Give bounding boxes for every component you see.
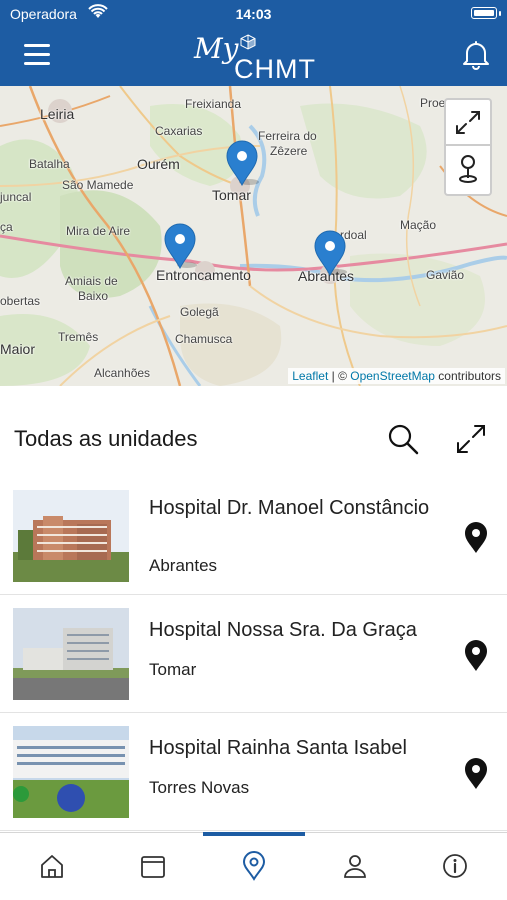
tab-bar [0,832,507,900]
map-label: Ferreira do [258,129,317,143]
location-pin-icon[interactable] [463,758,489,790]
location-pin-icon[interactable] [463,522,489,554]
map-attribution: Leaflet | © OpenStreetMap contributors [288,368,505,384]
user-icon[interactable] [340,851,370,881]
map-fullscreen-button[interactable] [444,98,492,146]
map-pin-entroncamento[interactable] [163,223,197,269]
unit-city: Torres Novas [149,778,250,797]
info-icon[interactable] [440,851,470,881]
map-label: Freixianda [185,97,242,111]
units-map[interactable]: Leiria Freixianda Caxarias Ferreira do Z… [0,86,507,386]
map-label: Zêzere [270,144,308,158]
map-label: Mira de Aire [66,224,131,238]
menu-line [24,53,50,56]
attribution-separator: | © [328,369,351,383]
osm-link[interactable]: OpenStreetMap [350,369,435,383]
unit-photo [13,608,129,700]
calendar-icon[interactable] [138,851,168,881]
menu-line [24,44,50,47]
expand-icon [456,111,480,134]
app-logo: My CHMT [190,28,330,84]
map-label: Leiria [40,106,75,122]
logo-cube-icon [240,34,256,50]
map-label: Caxarias [155,124,203,138]
list-item[interactable]: Hospital Dr. Manoel Constâncio Abrantes [0,478,507,595]
map-label: Chamusca [175,332,233,346]
unit-photo [13,490,129,582]
list-item[interactable]: Hospital Rainha Santa Isabel Torres Nova… [0,714,507,831]
map-label: Entroncamento [156,267,251,283]
battery-tip [499,11,501,16]
active-tab-indicator [203,832,305,836]
expand-list-icon[interactable] [454,422,488,456]
map-locate-button[interactable] [444,146,492,196]
map-label: Mação [400,218,437,232]
map-label: Gavião [426,268,465,282]
map-label: Baixo [78,289,109,303]
leaflet-link[interactable]: Leaflet [292,369,328,383]
map-label: Tremês [58,330,99,344]
map-label: Maior [0,341,36,357]
map-pin-tomar[interactable] [225,140,259,186]
map-label: Alcanhões [94,366,151,380]
map-label: Tomar [212,187,251,203]
search-icon[interactable] [386,422,420,456]
location-pin-icon[interactable] [463,640,489,672]
menu-line [24,62,50,65]
map-label: juncal [0,190,32,204]
battery-icon [471,7,497,19]
section-title: Todas as unidades [14,426,198,451]
list-item[interactable]: Hospital Nossa Sra. Da Graça Tomar [0,596,507,713]
location-marker-icon [459,155,477,183]
bell-icon[interactable] [462,40,490,70]
map-label: São Mamede [62,178,134,192]
map-label: Batalha [29,157,70,171]
menu-button[interactable] [24,44,52,66]
unit-name: Hospital Rainha Santa Isabel [149,737,407,759]
map-label: obertas [0,294,41,308]
unit-city: Tomar [149,660,197,679]
app-header: Operadora 14:03 My CHMT [0,0,507,86]
unit-city: Abrantes [149,556,218,575]
map-label: Amiais de [65,274,118,288]
logo-my: My [194,32,239,65]
logo-brand: CHMT [234,54,316,84]
map-pin-abrantes[interactable] [313,230,347,276]
home-icon[interactable] [37,851,67,881]
clock: 14:03 [235,6,272,22]
status-bar: Operadora 14:03 [0,0,507,28]
unit-photo [13,726,129,818]
unit-name: Hospital Dr. Manoel Constâncio [149,497,430,519]
map-label: ça [0,220,13,234]
map-label: Proe [420,96,446,110]
map-label: Golegã [180,305,219,319]
map-label: Ourém [137,156,180,172]
unit-name: Hospital Nossa Sra. Da Graça [149,619,417,641]
map-pin-icon[interactable] [239,851,269,881]
attribution-tail: contributors [434,369,501,383]
